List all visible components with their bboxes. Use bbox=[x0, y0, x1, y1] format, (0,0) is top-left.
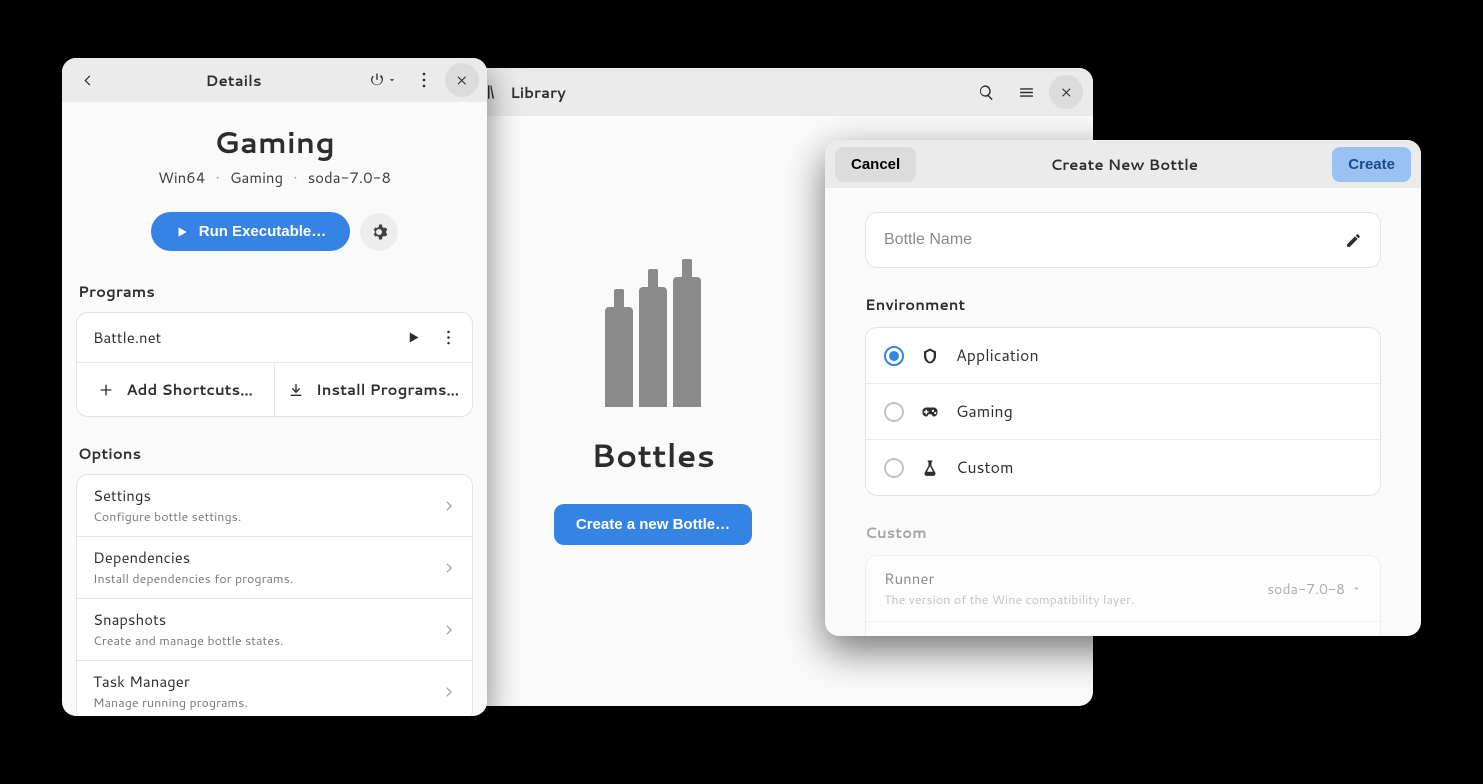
bottle-name-field[interactable] bbox=[865, 212, 1381, 268]
run-executable-label: Run Executable… bbox=[199, 223, 327, 240]
chevron-right-icon bbox=[442, 623, 456, 637]
options-card: Settings Configure bottle settings. Depe… bbox=[76, 474, 473, 716]
create-bottle-button[interactable]: Create a new Bottle… bbox=[554, 504, 752, 545]
details-body: Gaming Win64 · Gaming · soda-7.0-8 Run E… bbox=[62, 102, 487, 716]
bottle-name: Gaming bbox=[76, 120, 473, 163]
option-settings[interactable]: Settings Configure bottle settings. bbox=[77, 475, 472, 537]
program-name: Battle.net bbox=[93, 327, 396, 348]
meta-sep: · bbox=[287, 167, 303, 188]
meta-env: Gaming bbox=[230, 167, 283, 188]
radio-checked-icon bbox=[884, 346, 904, 366]
create-body: Environment Application Gaming bbox=[825, 188, 1421, 636]
plus-icon bbox=[98, 382, 114, 398]
programs-section-label: Programs bbox=[78, 281, 473, 302]
program-actions-row: Add Shortcuts… Install Programs… bbox=[77, 363, 472, 416]
option-sub: Create and manage bottle states. bbox=[93, 632, 432, 650]
bottle-meta: Win64 · Gaming · soda-7.0-8 bbox=[76, 167, 473, 188]
option-title: Task Manager bbox=[93, 671, 432, 692]
options-section-label: Options bbox=[78, 443, 473, 464]
option-dependencies[interactable]: Dependencies Install dependencies for pr… bbox=[77, 537, 472, 599]
edit-icon bbox=[1345, 232, 1362, 249]
chevron-down-icon bbox=[1351, 583, 1362, 594]
arch-dropdown[interactable]: 64-bit bbox=[1302, 635, 1362, 637]
runner-value: soda-7.0-8 bbox=[1267, 579, 1345, 599]
create-title: Create New Bottle bbox=[916, 154, 1332, 175]
chevron-right-icon bbox=[442, 561, 456, 575]
meta-sep: · bbox=[209, 167, 225, 188]
program-play-button[interactable] bbox=[406, 330, 421, 345]
architecture-row[interactable]: Architecture 64-bit bbox=[866, 622, 1380, 636]
flask-icon bbox=[920, 459, 940, 477]
meta-runner: soda-7.0-8 bbox=[308, 167, 391, 188]
gear-icon bbox=[370, 223, 388, 241]
option-title: Dependencies bbox=[93, 547, 432, 568]
env-application-label: Application bbox=[956, 344, 1039, 367]
arch-title: Architecture bbox=[884, 634, 1292, 636]
bottle-name-input[interactable] bbox=[884, 231, 1345, 249]
env-gaming[interactable]: Gaming bbox=[866, 384, 1380, 440]
option-sub: Manage running programs. bbox=[93, 694, 432, 712]
create-bottle-dialog: Cancel Create New Bottle Create Environm… bbox=[825, 140, 1421, 636]
option-sub: Configure bottle settings. bbox=[93, 508, 432, 526]
create-button[interactable]: Create bbox=[1332, 147, 1411, 182]
close-button[interactable] bbox=[1049, 75, 1083, 109]
kebab-menu-button[interactable] bbox=[407, 63, 441, 97]
run-executable-button[interactable]: Run Executable… bbox=[151, 212, 351, 251]
install-programs-label: Install Programs… bbox=[316, 379, 459, 400]
runner-dropdown[interactable]: soda-7.0-8 bbox=[1267, 579, 1362, 599]
runner-title: Runner bbox=[884, 568, 1257, 589]
application-icon bbox=[920, 347, 940, 365]
add-shortcuts-button[interactable]: Add Shortcuts… bbox=[77, 363, 275, 416]
custom-section-label: Custom bbox=[865, 522, 1381, 543]
runner-sub: The version of the Wine compatibility la… bbox=[884, 591, 1257, 609]
hero-title: Bottles bbox=[591, 433, 715, 478]
environment-label: Environment bbox=[865, 294, 1381, 315]
back-button[interactable] bbox=[70, 63, 104, 97]
add-shortcuts-label: Add Shortcuts… bbox=[126, 379, 253, 400]
cancel-button[interactable]: Cancel bbox=[835, 147, 916, 182]
custom-card: Runner The version of the Wine compatibi… bbox=[865, 555, 1381, 636]
chevron-right-icon bbox=[442, 685, 456, 699]
create-headerbar: Cancel Create New Bottle Create bbox=[825, 140, 1421, 188]
search-button[interactable] bbox=[969, 75, 1003, 109]
option-title: Settings bbox=[93, 485, 432, 506]
env-custom-label: Custom bbox=[956, 456, 1014, 479]
program-row: Battle.net bbox=[77, 313, 472, 363]
tab-library-label: Library bbox=[510, 82, 566, 103]
gamepad-icon bbox=[920, 403, 940, 421]
program-menu-button[interactable] bbox=[441, 330, 456, 345]
details-title: Details bbox=[108, 70, 359, 91]
install-programs-button[interactable]: Install Programs… bbox=[275, 363, 472, 416]
radio-unchecked-icon bbox=[884, 402, 904, 422]
power-menu-button[interactable] bbox=[363, 63, 403, 97]
details-headerbar: Details bbox=[62, 58, 487, 102]
env-custom[interactable]: Custom bbox=[866, 440, 1380, 495]
details-window: Details Gaming Win64 · Gaming · soda-7.0… bbox=[62, 58, 487, 716]
env-gaming-label: Gaming bbox=[956, 400, 1013, 423]
download-icon bbox=[288, 382, 304, 398]
option-task-manager[interactable]: Task Manager Manage running programs. bbox=[77, 661, 472, 716]
programs-card: Battle.net Add Shortcuts… Install Progra… bbox=[76, 312, 473, 417]
meta-arch: Win64 bbox=[158, 167, 205, 188]
option-sub: Install dependencies for programs. bbox=[93, 570, 432, 588]
bottles-logo-icon bbox=[598, 277, 708, 407]
play-icon bbox=[175, 225, 189, 239]
bottle-settings-button[interactable] bbox=[360, 213, 398, 251]
option-snapshots[interactable]: Snapshots Create and manage bottle state… bbox=[77, 599, 472, 661]
radio-unchecked-icon bbox=[884, 458, 904, 478]
arch-value: 64-bit bbox=[1302, 635, 1345, 637]
hamburger-menu-button[interactable] bbox=[1009, 75, 1043, 109]
runner-row[interactable]: Runner The version of the Wine compatibi… bbox=[866, 556, 1380, 622]
details-close-button[interactable] bbox=[445, 63, 479, 97]
env-application[interactable]: Application bbox=[866, 328, 1380, 384]
option-title: Snapshots bbox=[93, 609, 432, 630]
environment-card: Application Gaming Custom bbox=[865, 327, 1381, 496]
chevron-right-icon bbox=[442, 499, 456, 513]
